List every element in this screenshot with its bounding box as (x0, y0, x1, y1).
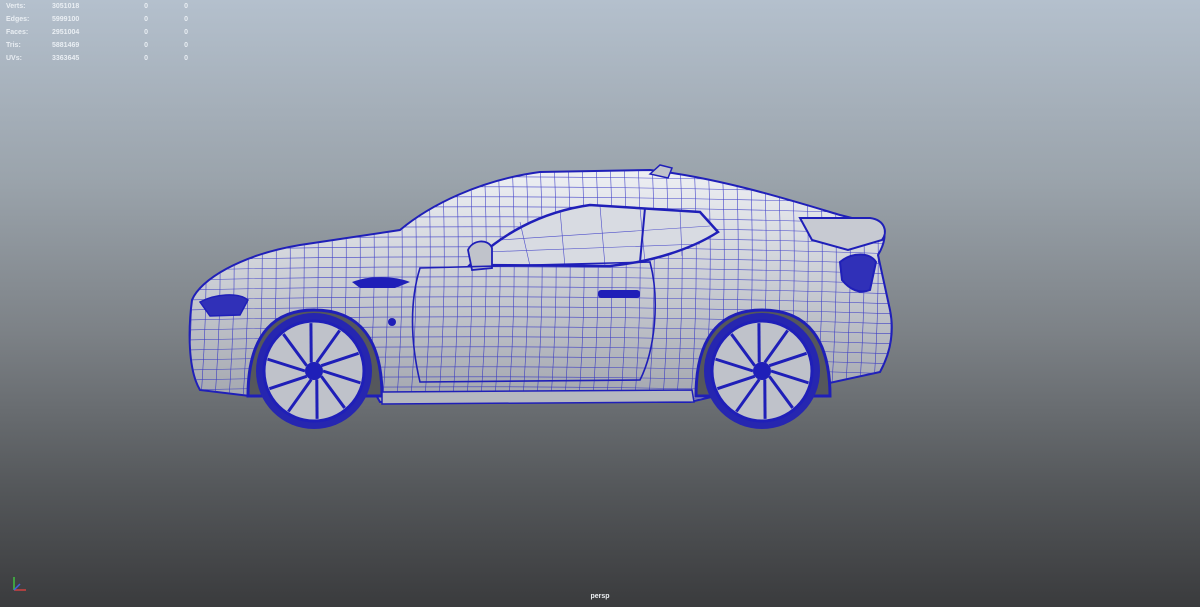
fuel-marker (388, 318, 396, 326)
perspective-viewport[interactable]: Verts: 3051018 0 0 Edges: 5999100 0 0 Fa… (0, 0, 1200, 607)
door-handle (598, 290, 640, 298)
headlight (198, 294, 249, 317)
mesh-edge (189, 170, 193, 402)
front-wheel (256, 313, 372, 429)
camera-name-label: persp (590, 593, 610, 600)
side-skirt (381, 389, 695, 405)
car-wireframe-model[interactable] (0, 0, 1200, 607)
rear-wheel (704, 313, 820, 429)
mesh-edge (885, 170, 892, 402)
z-axis-icon (13, 583, 21, 591)
